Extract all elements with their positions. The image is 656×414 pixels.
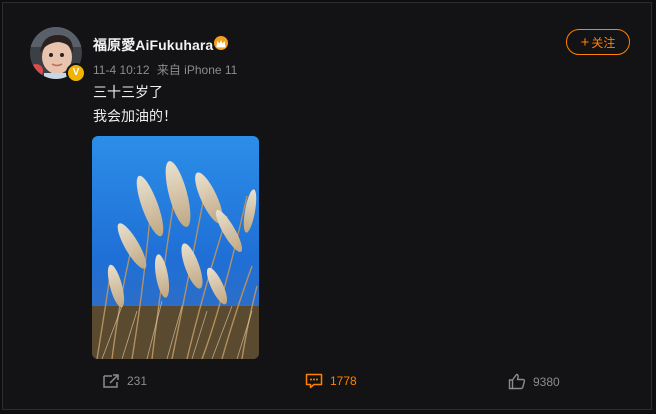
- repost-button[interactable]: 231: [102, 373, 147, 389]
- weibo-post-card: V 福原愛AiFukuhara 11-4 10:12 来自 iPhone 11 …: [2, 2, 652, 410]
- repost-count: 231: [127, 374, 148, 388]
- comment-count: 1778: [330, 374, 357, 388]
- post-time[interactable]: 11-4 10:12: [93, 63, 150, 77]
- thumbs-up-icon: [508, 373, 526, 390]
- post-image[interactable]: [92, 136, 259, 359]
- follow-label: 关注: [591, 35, 616, 50]
- plus-icon: +: [580, 33, 590, 51]
- post-text-line-1: 三十三岁了: [93, 84, 163, 100]
- comment-icon: [305, 373, 323, 389]
- post-text-line-2: 我会加油的！: [93, 108, 177, 124]
- author-name[interactable]: 福原愛AiFukuhara: [93, 35, 213, 55]
- post-meta: 11-4 10:12 来自 iPhone 11: [93, 61, 241, 78]
- repost-icon: [103, 374, 119, 388]
- follow-button[interactable]: + 关注: [566, 29, 630, 55]
- verified-v-icon: V: [66, 63, 86, 83]
- comment-button[interactable]: 1778: [305, 373, 357, 389]
- post-source: 来自 iPhone 11: [156, 63, 238, 77]
- like-count: 9380: [533, 374, 560, 389]
- action-bar: 231 1778 9380: [3, 373, 653, 401]
- like-button[interactable]: 9380: [508, 373, 560, 390]
- member-crown-icon[interactable]: [213, 36, 229, 50]
